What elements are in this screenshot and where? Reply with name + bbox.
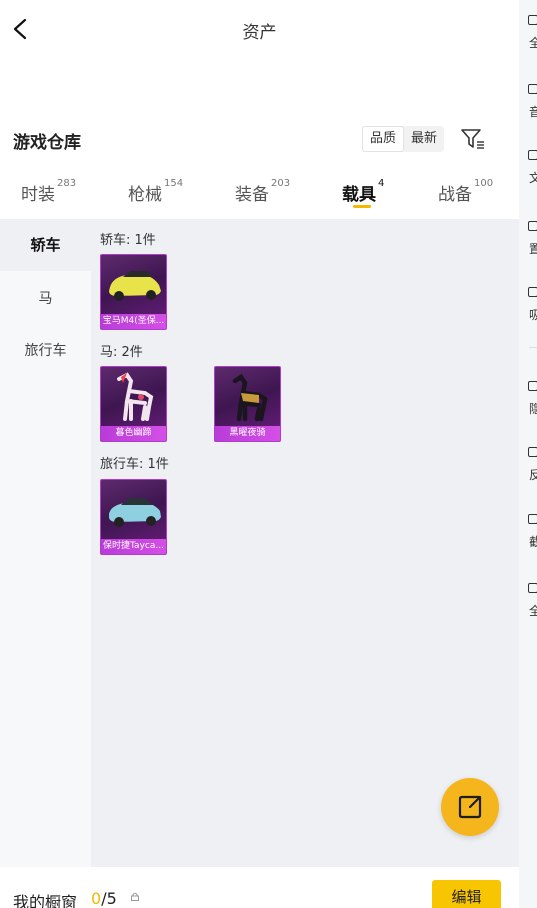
text-icon[interactable]	[528, 150, 537, 160]
item-name: 暮色幽蹄	[101, 426, 166, 441]
external-link-icon	[458, 795, 482, 819]
tab-label: 时装	[21, 185, 55, 205]
tab-count: 154	[164, 178, 184, 189]
panel-item-label: 隐	[529, 402, 537, 416]
showcase-label: 我的橱窗	[13, 893, 78, 908]
page-title: 资产	[242, 23, 277, 43]
item-card-bmw-m4[interactable]: 宝马M4(圣保...	[100, 254, 167, 330]
tab-count: 100	[474, 178, 494, 189]
active-tab-indicator	[353, 205, 371, 208]
filter-icon[interactable]	[460, 127, 486, 151]
yellow-car-icon	[109, 271, 161, 301]
tab-label: 枪械	[128, 185, 162, 205]
item-name: 保时捷Tayca...	[101, 539, 166, 554]
tab-label: 战备	[438, 185, 472, 205]
panel-item-label: 音	[529, 105, 537, 119]
sort-quality-option[interactable]: 品质	[362, 126, 405, 152]
panel-item-label: 全	[529, 604, 537, 618]
tab-outfits[interactable]: 时装283	[21, 178, 77, 205]
panel-item-label: 文	[529, 171, 537, 185]
sidebar-item-wagon[interactable]: 旅行车	[0, 325, 91, 377]
panel-item-label: 全	[529, 36, 537, 50]
item-name: 黑曜夜骑	[215, 426, 280, 441]
fullscreen-2-icon[interactable]	[528, 583, 537, 593]
floating-tool-panel: 全 音 文 置 吸 隐 反 截 全	[519, 0, 537, 908]
group-label-sedan: 轿车: 1件	[100, 233, 156, 248]
sidebar-item-sedan[interactable]: 轿车	[0, 219, 91, 271]
category-tabs: 时装283 枪械154 装备203 载具4 战备100	[0, 170, 519, 218]
white-horse-icon	[117, 372, 154, 421]
group-label-horse: 马: 2件	[100, 345, 143, 360]
item-card-twilight-hoof[interactable]: 暮色幽蹄	[100, 366, 167, 442]
sort-toggle: 品质 最新	[362, 126, 445, 152]
blue-car-icon	[109, 498, 161, 527]
item-card-porsche-taycan[interactable]: 保时捷Tayca...	[100, 479, 167, 555]
showcase-bar: 我的橱窗 0/5 编辑	[0, 867, 519, 908]
share-button[interactable]	[441, 778, 499, 836]
panel-divider	[529, 347, 537, 348]
item-card-obsidian-rider[interactable]: 黑曜夜骑	[214, 366, 281, 442]
hide-icon[interactable]	[528, 381, 537, 391]
black-horse-icon	[232, 373, 268, 422]
warehouse-title: 游戏仓库	[13, 133, 81, 153]
main-panel: 资产 游戏仓库 品质 最新 时装283 枪械154 装备203 载具4 战备10…	[0, 0, 519, 908]
panel-item-label: 置	[529, 242, 537, 256]
tab-count: 283	[57, 178, 77, 189]
pin-icon[interactable]	[528, 221, 537, 231]
sort-latest-option[interactable]: 最新	[404, 126, 444, 152]
showcase-count-total: /5	[101, 889, 117, 908]
vehicle-grid: 轿车: 1件 宝马M4(圣保... 马: 2件 暮色幽蹄 黑曜夜骑 旅行车: 1…	[91, 219, 519, 867]
sidebar-item-horse[interactable]: 马	[0, 273, 91, 325]
fullscreen-icon[interactable]	[528, 15, 537, 25]
edit-button[interactable]: 编辑	[432, 880, 501, 908]
panel-item-label: 反	[529, 468, 537, 482]
absorb-icon[interactable]	[528, 287, 537, 297]
tab-vehicles[interactable]: 载具4	[342, 178, 385, 205]
item-name: 宝马M4(圣保...	[101, 314, 166, 329]
tab-count: 203	[271, 178, 291, 189]
showcase-count: 0/5	[91, 889, 117, 908]
tab-label: 载具	[342, 185, 376, 205]
tab-equipment[interactable]: 装备203	[235, 178, 291, 205]
tab-label: 装备	[235, 185, 269, 205]
tab-weapons[interactable]: 枪械154	[128, 178, 184, 205]
tab-count: 4	[378, 178, 385, 189]
lock-icon	[131, 892, 139, 901]
group-label-wagon: 旅行车: 1件	[100, 457, 169, 472]
vehicle-type-sidebar: 轿车 马 旅行车	[0, 219, 91, 867]
panel-item-label: 截	[529, 535, 537, 549]
panel-item-label: 吸	[529, 308, 537, 322]
tab-combat-gear[interactable]: 战备100	[438, 178, 494, 205]
audio-icon[interactable]	[528, 84, 537, 94]
feedback-icon[interactable]	[528, 447, 537, 457]
showcase-count-current: 0	[91, 889, 102, 908]
screenshot-icon[interactable]	[528, 514, 537, 524]
